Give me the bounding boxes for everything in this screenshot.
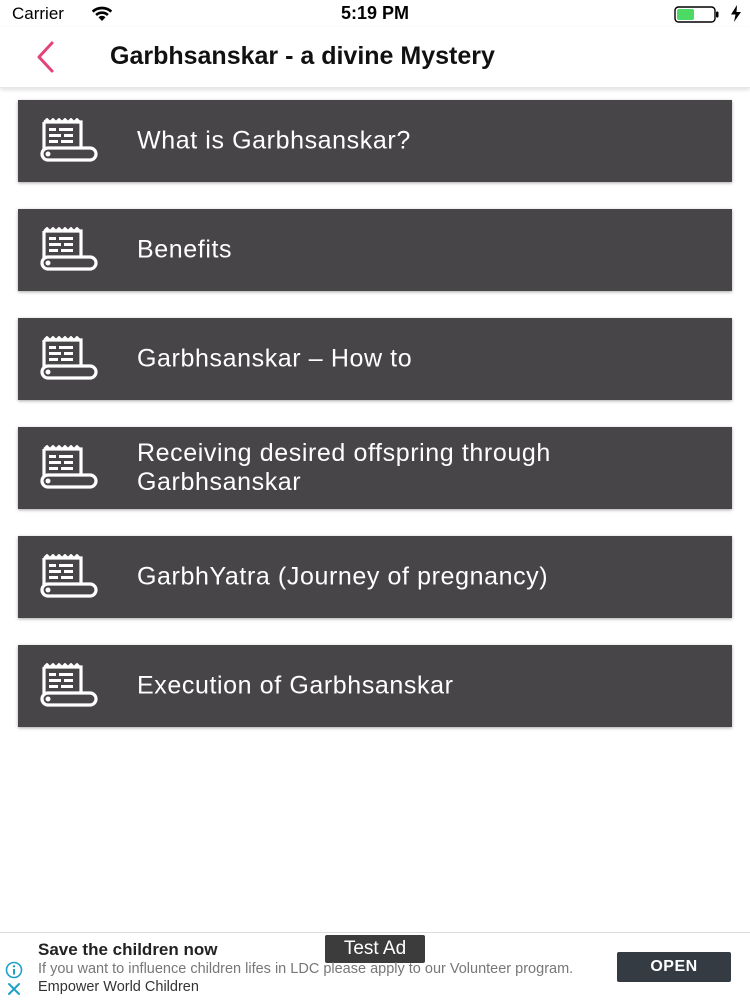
topic-menu: What is Garbhsanskar? Benefits Garbhsans…: [18, 100, 732, 754]
menu-item-how-to[interactable]: Garbhsanskar – How to: [18, 318, 732, 400]
ad-open-button[interactable]: OPEN: [617, 952, 731, 982]
menu-item-label: Benefits: [137, 235, 233, 264]
ad-brand: Empower World Children: [38, 979, 199, 995]
menu-item-execution[interactable]: Execution of Garbhsanskar: [18, 645, 732, 727]
menu-item-label: What is Garbhsanskar?: [137, 126, 411, 155]
menu-item-benefits[interactable]: Benefits: [18, 209, 732, 291]
scroll-document-icon: [38, 117, 100, 164]
menu-item-receiving-offspring[interactable]: Receiving desired offspring through Garb…: [18, 427, 732, 509]
scroll-document-icon: [38, 662, 100, 709]
page-title: Garbhsanskar - a divine Mystery: [110, 42, 495, 70]
status-time: 5:19 PM: [340, 3, 410, 23]
charging-bolt-icon: [730, 5, 742, 27]
close-icon[interactable]: [6, 981, 22, 997]
scroll-document-icon: [38, 335, 100, 382]
menu-item-what-is-garbhsanskar[interactable]: What is Garbhsanskar?: [18, 100, 732, 182]
test-ad-badge: Test Ad: [325, 935, 425, 963]
chevron-left-icon: [37, 41, 54, 73]
menu-item-label: Receiving desired offspring through Garb…: [137, 439, 551, 496]
ad-banner[interactable]: Save the children now Test Ad If you wan…: [0, 932, 750, 1001]
info-icon[interactable]: [5, 961, 23, 979]
ad-body: If you want to influence children lifes …: [38, 960, 578, 996]
menu-item-label: Garbhsanskar – How to: [137, 344, 413, 373]
battery-icon: [674, 6, 720, 28]
status-bar: Carrier 5:19 PM: [0, 0, 750, 27]
menu-item-label: GarbhYatra (Journey of pregnancy): [137, 562, 549, 591]
scroll-document-icon: [38, 444, 100, 491]
menu-item-label: Execution of Garbhsanskar: [137, 671, 454, 700]
scroll-document-icon: [38, 226, 100, 273]
ad-headline: Save the children now: [38, 940, 218, 959]
scroll-document-icon: [38, 553, 100, 600]
ad-body-text: If you want to influence children lifes …: [38, 961, 574, 977]
menu-item-garbhyatra[interactable]: GarbhYatra (Journey of pregnancy): [18, 536, 732, 618]
navigation-bar: Garbhsanskar - a divine Mystery: [0, 27, 750, 88]
back-button[interactable]: [30, 39, 62, 75]
